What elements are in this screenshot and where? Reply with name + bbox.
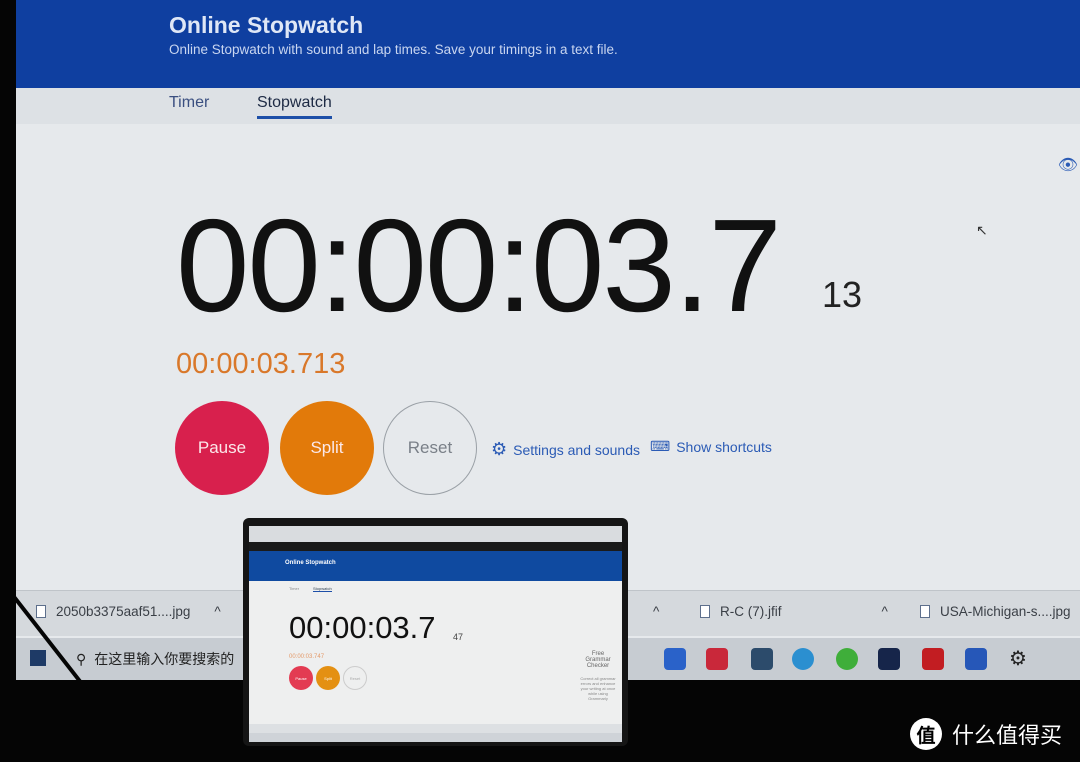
search-icon: ⚲ <box>76 650 87 667</box>
keyboard-icon: ⌨ <box>650 438 671 454</box>
site-nav <box>249 542 622 551</box>
word-icon[interactable] <box>965 648 987 670</box>
stopwatch-milliseconds: 13 <box>822 274 863 315</box>
chevron-up-icon[interactable]: ^ <box>882 604 888 619</box>
split-button[interactable]: Split <box>280 401 374 495</box>
acrobat-icon[interactable] <box>922 648 944 670</box>
tab-timer[interactable]: Timer <box>169 94 209 112</box>
laptop-screen: Online Stopwatch Timer Stopwatch 00:00:0… <box>249 526 622 742</box>
pause-button[interactable]: Pause <box>175 401 269 495</box>
browser-chrome <box>249 526 622 542</box>
app-icon[interactable] <box>664 648 686 670</box>
reset-button[interactable]: Reset <box>383 401 477 495</box>
laptop-milliseconds: 47 <box>453 632 464 642</box>
wechat-icon[interactable] <box>836 648 858 670</box>
calculator-icon[interactable] <box>751 648 773 670</box>
file-icon <box>36 605 46 618</box>
logo-badge: 值 <box>910 718 942 750</box>
settings-label: Settings and sounds <box>513 441 641 458</box>
page-header: Online Stopwatch Online Stopwatch with s… <box>16 0 1080 88</box>
shortcuts-label: Show shortcuts <box>676 438 772 455</box>
laptop-tab-stopwatch[interactable]: Stopwatch <box>313 586 332 592</box>
download-name: R-C (7).jfif <box>720 604 782 619</box>
gear-icon: ⚙ <box>491 439 508 459</box>
file-icon <box>920 605 930 618</box>
ad-title[interactable]: Free Grammar Checker <box>579 651 617 669</box>
search-placeholder: 在这里输入你要搜索的 <box>94 651 235 667</box>
tab-stopwatch[interactable]: Stopwatch <box>257 94 332 119</box>
download-name: USA-Michigan-s....jpg <box>940 604 1071 619</box>
laptop-header: Online Stopwatch <box>249 551 622 581</box>
shortcuts-link[interactable]: ⌨ Show shortcuts <box>650 438 772 455</box>
chevron-up-icon[interactable]: ^ <box>653 604 659 619</box>
photoshop-icon[interactable] <box>878 648 900 670</box>
windows-start-icon[interactable] <box>30 650 46 666</box>
laptop-title: Online Stopwatch <box>285 560 336 566</box>
ad-text: Correct all grammar errors and enhance y… <box>580 676 616 701</box>
download-item[interactable]: 2050b3375aaf51....jpg ^ <box>36 604 221 619</box>
page-title: Online Stopwatch <box>169 12 364 38</box>
download-name: 2050b3375aaf51....jpg <box>56 604 191 619</box>
download-item[interactable]: R-C (7).jfif ^ <box>700 604 888 619</box>
split-time: 00:00:03.713 <box>176 348 346 380</box>
settings-link[interactable]: ⚙ Settings and sounds <box>491 439 640 460</box>
laptop-tab-timer[interactable]: Timer <box>289 586 299 591</box>
download-item[interactable]: USA-Michigan-s....jpg <box>920 604 1071 619</box>
logo-text: 什么值得买 <box>952 723 1063 748</box>
stopwatch-display: 00:00:03.7 <box>176 192 782 339</box>
laptop-taskbar <box>249 733 622 742</box>
watermark-logo: 值 什么值得买 <box>910 718 1062 750</box>
app-icon[interactable] <box>706 648 728 670</box>
tab-bar: Timer Stopwatch <box>16 88 1080 124</box>
edge-icon[interactable] <box>792 648 814 670</box>
hide-eye-icon[interactable]: 👁 <box>1058 155 1078 175</box>
laptop-stopwatch-display: 00:00:03.7 <box>289 610 436 645</box>
taskbar-search[interactable]: ⚲ 在这里输入你要搜索的 <box>76 638 246 680</box>
laptop-pause-button[interactable]: Pause <box>289 666 313 690</box>
chevron-up-icon[interactable]: ^ <box>214 604 220 619</box>
laptop-split-time: 00:00:03.747 <box>289 654 325 660</box>
laptop-split-button[interactable]: Split <box>316 666 340 690</box>
laptop: Online Stopwatch Timer Stopwatch 00:00:0… <box>243 518 628 746</box>
page-subtitle: Online Stopwatch with sound and lap time… <box>169 42 618 57</box>
settings-gear-icon[interactable]: ⚙ <box>1009 648 1031 670</box>
file-icon <box>700 605 710 618</box>
laptop-reset-button[interactable]: Reset <box>343 666 367 690</box>
laptop-downloads-bar <box>249 724 622 733</box>
mouse-cursor-icon: ↖ <box>976 222 988 238</box>
